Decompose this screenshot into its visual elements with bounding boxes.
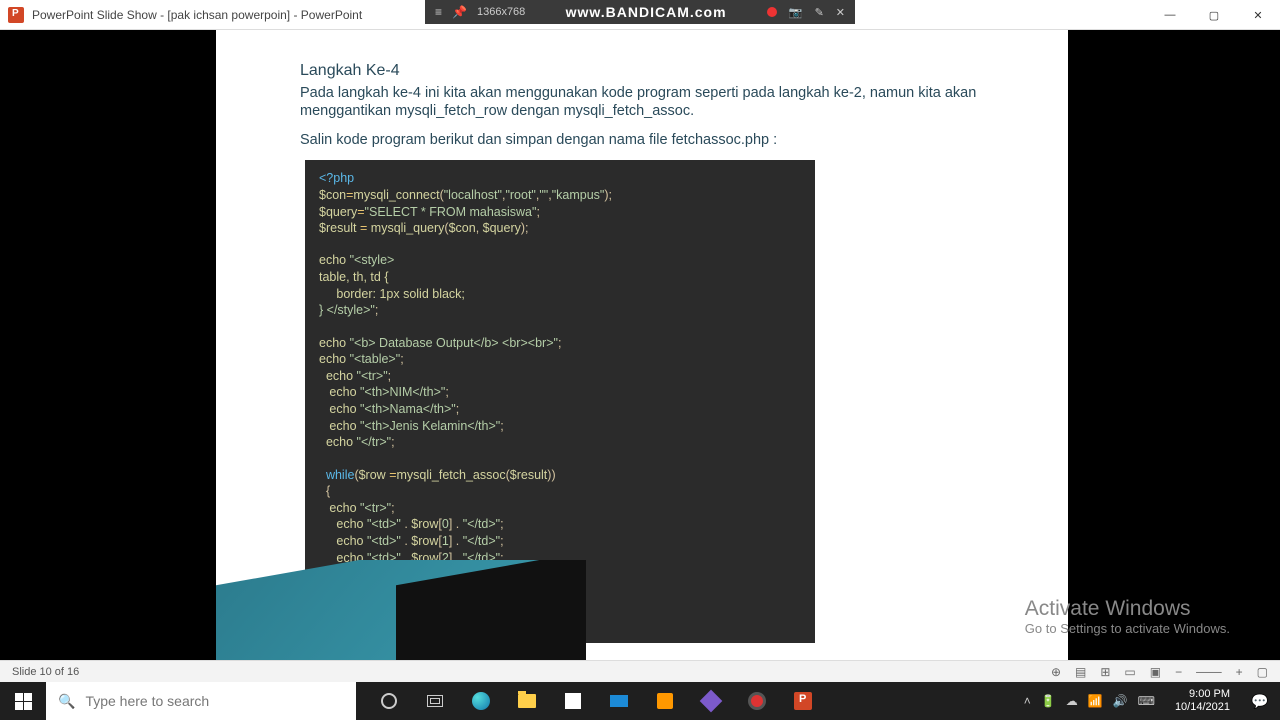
taskbar: 🔍 Type here to search ˄ 🔋 ☁ 📶 🔊 ⌨ 9:00 P… xyxy=(0,682,1280,720)
bandicam-close-icon[interactable]: ✕ xyxy=(836,6,845,19)
slide: Langkah Ke-4 Pada langkah ke-4 ini kita … xyxy=(216,30,1068,660)
visualstudio-button[interactable] xyxy=(688,682,734,720)
visualstudio-icon xyxy=(700,690,723,713)
reading-view-icon[interactable]: ▭ xyxy=(1124,665,1135,679)
slide-heading: Langkah Ke-4 xyxy=(300,62,1012,80)
edge-button[interactable] xyxy=(458,682,504,720)
bandicam-resolution: 1366x768 xyxy=(477,6,525,18)
tray-wifi-icon[interactable]: 📶 xyxy=(1088,694,1103,708)
windows-logo-icon xyxy=(15,693,32,710)
pencil-icon[interactable]: ✎ xyxy=(815,6,824,19)
start-button[interactable] xyxy=(0,682,46,720)
powerpoint-button[interactable] xyxy=(780,682,826,720)
window-title: PowerPoint Slide Show - [pak ichsan powe… xyxy=(32,8,362,22)
close-button[interactable]: ✕ xyxy=(1236,0,1280,30)
statusbar: Slide 10 of 16 ⊕ ▤ ⊞ ▭ ▣ − ─── + ▢ xyxy=(0,660,1280,682)
tray-volume-icon[interactable]: 🔊 xyxy=(1113,694,1128,708)
taskbar-clock[interactable]: 9:00 PM 10/14/2021 xyxy=(1165,688,1240,713)
tray-battery-icon[interactable]: 🔋 xyxy=(1041,694,1056,708)
zoom-slider[interactable]: ─── xyxy=(1196,665,1222,679)
sublime-icon xyxy=(657,693,673,709)
slide-decoration xyxy=(216,560,586,660)
cortana-icon xyxy=(381,693,397,709)
edge-icon xyxy=(472,692,490,710)
mail-icon xyxy=(610,695,628,707)
record-icon xyxy=(748,692,766,710)
search-placeholder: Type here to search xyxy=(85,693,209,709)
task-view-icon xyxy=(427,695,443,707)
slide-counter: Slide 10 of 16 xyxy=(12,666,79,678)
cortana-button[interactable] xyxy=(366,682,412,720)
hamburger-icon[interactable]: ≡ xyxy=(435,5,442,19)
action-center-button[interactable]: 💬 xyxy=(1240,693,1280,710)
slideshow-stage[interactable]: Langkah Ke-4 Pada langkah ke-4 ini kita … xyxy=(0,30,1280,660)
zoom-in-icon[interactable]: + xyxy=(1236,665,1243,679)
record-indicator-icon[interactable] xyxy=(767,7,777,17)
sublime-button[interactable] xyxy=(642,682,688,720)
slide-paragraph: Pada langkah ke-4 ini kita akan mengguna… xyxy=(300,84,1012,120)
pin-icon[interactable]: 📌 xyxy=(452,5,467,19)
task-view-button[interactable] xyxy=(412,682,458,720)
bandicam-url: www.BANDICAM.com xyxy=(566,4,727,20)
search-icon: 🔍 xyxy=(58,693,75,710)
slideshow-view-icon[interactable]: ▣ xyxy=(1150,665,1161,679)
normal-view-icon[interactable]: ▤ xyxy=(1075,665,1086,679)
bandicam-overlay: ≡ 📌 1366x768 www.BANDICAM.com 📷 ✎ ✕ xyxy=(425,0,855,24)
powerpoint-icon xyxy=(8,7,24,23)
end-show-icon[interactable]: ⊕ xyxy=(1051,665,1061,679)
bandicam-button[interactable] xyxy=(734,682,780,720)
fit-icon[interactable]: ▢ xyxy=(1257,665,1268,679)
system-tray[interactable]: ˄ 🔋 ☁ 📶 🔊 ⌨ xyxy=(1014,694,1165,708)
tray-chevron-icon[interactable]: ˄ xyxy=(1024,694,1031,708)
mail-button[interactable] xyxy=(596,682,642,720)
tray-language-icon[interactable]: ⌨ xyxy=(1138,694,1155,708)
powerpoint-taskbar-icon xyxy=(794,692,812,710)
maximize-button[interactable]: ▢ xyxy=(1192,0,1236,30)
slide-sorter-icon[interactable]: ⊞ xyxy=(1100,665,1110,679)
slide-instruction: Salin kode program berikut dan simpan de… xyxy=(300,132,1012,148)
minimize-button[interactable]: — xyxy=(1148,0,1192,30)
tray-onedrive-icon[interactable]: ☁ xyxy=(1066,694,1078,708)
store-button[interactable] xyxy=(550,682,596,720)
folder-icon xyxy=(518,694,536,708)
zoom-out-icon[interactable]: − xyxy=(1175,665,1182,679)
store-icon xyxy=(565,693,581,709)
file-explorer-button[interactable] xyxy=(504,682,550,720)
taskbar-search[interactable]: 🔍 Type here to search xyxy=(46,682,356,720)
camera-icon[interactable]: 📷 xyxy=(789,6,803,19)
